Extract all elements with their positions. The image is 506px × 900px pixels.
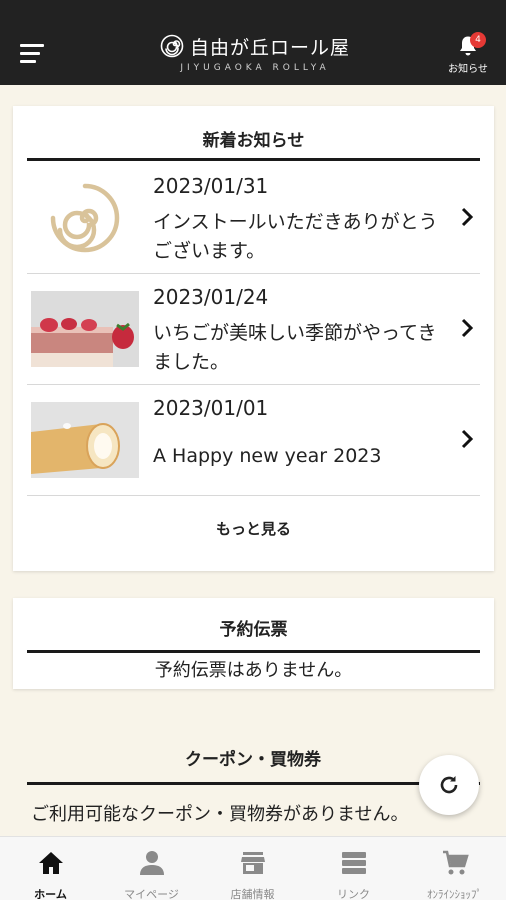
tab-mypage[interactable]: マイページ — [101, 837, 202, 900]
tab-label: 店舗情報 — [230, 888, 275, 900]
news-date: 2023/01/31 — [153, 174, 269, 198]
brand-name: 自由が丘ロール屋 — [189, 36, 350, 59]
notification-button[interactable]: 4 お知らせ — [440, 30, 496, 78]
news-summary: インストールいただきありがとうございます。 — [153, 211, 438, 262]
reservation-empty-text: 予約伝票はありません。 — [154, 660, 353, 681]
chevron-right-icon — [461, 207, 474, 227]
chevron-right-icon — [461, 318, 474, 338]
tab-links[interactable]: リンク — [303, 837, 404, 900]
refresh-icon — [440, 776, 458, 794]
list-icon — [341, 852, 366, 874]
brand-subtitle: JIYUGAOKA ROLLYA — [180, 63, 330, 73]
home-icon — [38, 852, 63, 874]
notification-badge: 4 — [470, 32, 486, 48]
brand-logo: 自由が丘ロール屋 JIYUGAOKA ROLLYA — [150, 32, 360, 80]
news-date: 2023/01/24 — [153, 285, 269, 309]
store-icon — [240, 852, 265, 874]
strawberry-cake-image — [31, 291, 139, 367]
news-summary: いちごが美味しい季節がやってきました。 — [153, 322, 437, 373]
news-item[interactable]: 2023/01/31 インストールいただきありがとうございます。 — [27, 162, 480, 272]
coupon-empty-text: ご利用可能なクーポン・買物券がありません。 — [31, 804, 409, 825]
coupon-title-rule — [27, 782, 480, 785]
news-item[interactable]: 2023/01/24 いちごが美味しい季節がやってきました。 — [27, 273, 480, 383]
news-thumbnail — [31, 402, 139, 478]
news-summary: A Happy new year 2023 — [153, 445, 382, 467]
tab-label: ｵﾝﾗｲﾝｼｮｯﾌﾟ — [427, 888, 482, 900]
bottom-tab-bar: ホーム マイページ 店舗情報 リンク ｵﾝﾗｲﾝｼｮｯﾌﾟ — [0, 836, 506, 900]
swirl-logo-icon — [31, 180, 139, 256]
news-title: 新着お知らせ — [202, 131, 305, 151]
cart-icon — [442, 850, 469, 875]
more-link[interactable]: もっと見る — [13, 518, 494, 539]
tab-label: マイページ — [124, 888, 179, 900]
notification-label: お知らせ — [448, 64, 488, 75]
tab-label: ホーム — [34, 888, 67, 900]
news-card: 新着お知らせ 2023/01/31 インストールいただきありがとうございます。 — [13, 106, 494, 571]
news-date: 2023/01/01 — [153, 396, 269, 420]
news-thumbnail — [31, 180, 139, 256]
person-icon — [139, 851, 164, 875]
chevron-right-icon — [461, 429, 474, 449]
tab-label: リンク — [337, 888, 370, 900]
news-title-rule — [27, 158, 480, 161]
news-item[interactable]: 2023/01/01 A Happy new year 2023 — [27, 384, 480, 494]
tab-home[interactable]: ホーム — [0, 837, 101, 900]
hamburger-line — [20, 44, 44, 47]
reservation-card: 予約伝票 予約伝票はありません。 — [13, 598, 494, 689]
hamburger-line — [20, 52, 40, 55]
news-divider — [27, 495, 480, 496]
menu-button[interactable] — [20, 42, 44, 64]
news-thumbnail — [31, 291, 139, 367]
swirl-logo-icon — [160, 34, 184, 58]
tab-store-info[interactable]: 店舗情報 — [202, 837, 303, 900]
roll-cake-image — [31, 402, 139, 478]
refresh-button[interactable] — [419, 755, 479, 815]
tab-online-shop[interactable]: ｵﾝﾗｲﾝｼｮｯﾌﾟ — [404, 837, 505, 900]
reservation-title: 予約伝票 — [219, 620, 288, 640]
reservation-title-rule — [27, 650, 480, 653]
hamburger-line — [20, 60, 36, 63]
app-header: 自由が丘ロール屋 JIYUGAOKA ROLLYA 4 お知らせ — [0, 0, 506, 85]
